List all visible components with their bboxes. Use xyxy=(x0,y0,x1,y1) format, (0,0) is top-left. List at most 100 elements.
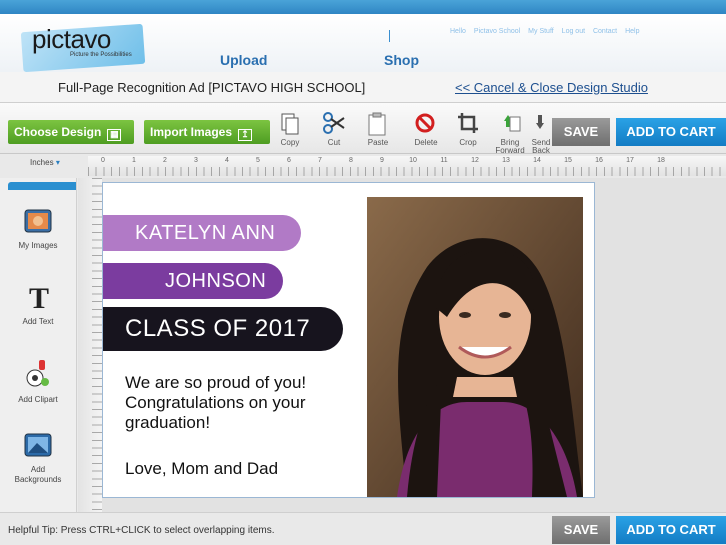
sidebar-item-label: Add Backgrounds xyxy=(14,465,62,484)
status-bar: Helpful Tip: Press CTRL+CLICK to select … xyxy=(0,512,726,545)
sidebar-accent xyxy=(8,182,76,190)
first-name-text: KATELYN ANN xyxy=(135,222,276,244)
logo-text: pictavo xyxy=(32,24,111,54)
paste-label: Paste xyxy=(367,138,389,147)
design-canvas[interactable]: KATELYN ANN JOHNSON CLASS OF 2017 We are… xyxy=(102,178,726,512)
message-line: We are so proud of you! xyxy=(125,373,307,392)
units-select[interactable]: Inches ▾ xyxy=(30,158,60,167)
nav-separator xyxy=(389,30,390,42)
my-images-icon xyxy=(24,209,52,233)
ruler-number: 18 xyxy=(657,157,665,164)
sidebar-item-add-backgrounds[interactable]: Add Backgrounds xyxy=(0,432,76,485)
copy-button[interactable]: Copy xyxy=(270,109,310,151)
top-link[interactable]: Log out xyxy=(562,28,585,35)
sidebar-item-label: Add Text xyxy=(22,317,54,326)
sidebar-item-label: Add Clipart xyxy=(18,395,58,404)
save-button[interactable]: SAVE xyxy=(552,118,610,146)
ruler-number: 10 xyxy=(409,157,417,164)
units-label: Inches xyxy=(30,158,54,167)
message-line: graduation! xyxy=(125,413,211,432)
ad-artboard[interactable]: KATELYN ANN JOHNSON CLASS OF 2017 We are… xyxy=(102,182,595,498)
ruler-number: 1 xyxy=(132,157,136,164)
sidebar-item-add-text[interactable]: T Add Text xyxy=(0,282,76,327)
top-link[interactable]: Help xyxy=(625,28,639,35)
header: pictavo Picture the Possibilities Hello … xyxy=(0,14,726,73)
top-links: Hello Pictavo School My Stuff Log out Co… xyxy=(450,28,645,35)
svg-text:T: T xyxy=(29,282,49,312)
sidebar-item-label: My Images xyxy=(18,241,58,250)
bring-forward-label: Bring Forward xyxy=(495,138,525,155)
tools-sidebar: My Images T Add Text Add Clipart Add Bac… xyxy=(0,178,77,512)
scissors-icon xyxy=(323,112,345,134)
message-line: Congratulations on your xyxy=(125,393,306,412)
sidebar-item-add-clipart[interactable]: Add Clipart xyxy=(0,356,76,405)
choose-design-label: Choose Design xyxy=(14,125,102,139)
ruler-number: 8 xyxy=(349,157,353,164)
document-title: Full-Page Recognition Ad [PICTAVO HIGH S… xyxy=(58,80,366,95)
ruler-number: 9 xyxy=(380,157,384,164)
ruler-number: 12 xyxy=(471,157,479,164)
bring-forward-icon xyxy=(504,115,521,132)
paste-icon xyxy=(368,112,386,136)
design-studio-window: pictavo Picture the Possibilities Hello … xyxy=(0,0,726,545)
ruler-number: 15 xyxy=(564,157,572,164)
clipart-icon xyxy=(26,360,49,387)
bring-forward-button[interactable]: Bring Forward xyxy=(490,109,530,155)
crop-icon xyxy=(458,113,478,133)
ruler-number: 5 xyxy=(256,157,260,164)
send-back-button[interactable]: Send Back xyxy=(530,109,552,155)
nav-upload[interactable]: Upload xyxy=(220,52,267,68)
class-banner[interactable]: CLASS OF 2017 xyxy=(103,307,343,351)
ruler-number: 13 xyxy=(502,157,510,164)
top-link[interactable]: Contact xyxy=(593,28,617,35)
cancel-close-link[interactable]: << Cancel & Close Design Studio xyxy=(455,80,648,95)
last-name-text: JOHNSON xyxy=(165,270,267,292)
ruler-number: 16 xyxy=(595,157,603,164)
copy-icon xyxy=(281,113,299,135)
nav-shop[interactable]: Shop xyxy=(384,52,419,68)
delete-icon xyxy=(415,113,435,133)
delete-button[interactable]: Delete xyxy=(406,109,446,151)
last-name-banner[interactable]: JOHNSON xyxy=(103,263,283,299)
add-text-icon: T xyxy=(29,282,49,315)
ruler-number: 6 xyxy=(287,157,291,164)
send-back-label: Send Back xyxy=(531,138,551,155)
class-text: CLASS OF 2017 xyxy=(125,315,311,342)
footer-save-button[interactable]: SAVE xyxy=(552,516,610,544)
cut-label: Cut xyxy=(327,138,341,147)
helpful-tip: Helpful Tip: Press CTRL+CLICK to select … xyxy=(8,525,275,536)
portrait-image xyxy=(367,197,583,497)
top-strip xyxy=(0,0,726,14)
vertical-ruler xyxy=(78,178,102,512)
footer-add-to-cart-button[interactable]: ADD TO CART xyxy=(616,516,726,544)
import-images-button[interactable]: Import Images ↥ xyxy=(144,120,270,144)
crop-label: Crop xyxy=(459,138,477,147)
ruler-number: 4 xyxy=(225,157,229,164)
signature-text[interactable]: Love, Mom and Dad xyxy=(125,459,278,479)
toolbar: Choose Design ▦ Import Images ↥ Copy Cut P… xyxy=(0,103,726,155)
message-text-box[interactable]: We are so proud of you! Congratulations … xyxy=(125,373,306,433)
top-link[interactable]: My Stuff xyxy=(528,28,554,35)
top-link: Hello xyxy=(450,28,466,35)
pictavo-logo[interactable]: pictavo Picture the Possibilities xyxy=(10,22,150,73)
ruler-ticks xyxy=(88,167,726,176)
cut-button[interactable]: Cut xyxy=(314,109,354,151)
ruler-number: 11 xyxy=(440,157,448,164)
chevron-down-icon: ▾ xyxy=(55,158,60,167)
upload-icon: ↥ xyxy=(238,129,253,141)
top-link[interactable]: Pictavo School xyxy=(474,28,520,35)
ruler-number: 2 xyxy=(163,157,167,164)
ruler-number: 17 xyxy=(626,157,634,164)
copy-label: Copy xyxy=(280,138,300,147)
graduate-photo[interactable] xyxy=(367,197,583,497)
send-back-icon xyxy=(536,115,544,129)
add-to-cart-button[interactable]: ADD TO CART xyxy=(616,118,726,146)
ruler-ticks xyxy=(92,178,102,512)
crop-button[interactable]: Crop xyxy=(448,109,488,151)
grid-icon: ▦ xyxy=(107,129,122,141)
paste-button[interactable]: Paste xyxy=(358,109,398,151)
choose-design-button[interactable]: Choose Design ▦ xyxy=(8,120,134,144)
sidebar-item-my-images[interactable]: My Images xyxy=(0,208,76,251)
first-name-banner[interactable]: KATELYN ANN xyxy=(103,215,301,251)
ruler-number: 14 xyxy=(533,157,541,164)
